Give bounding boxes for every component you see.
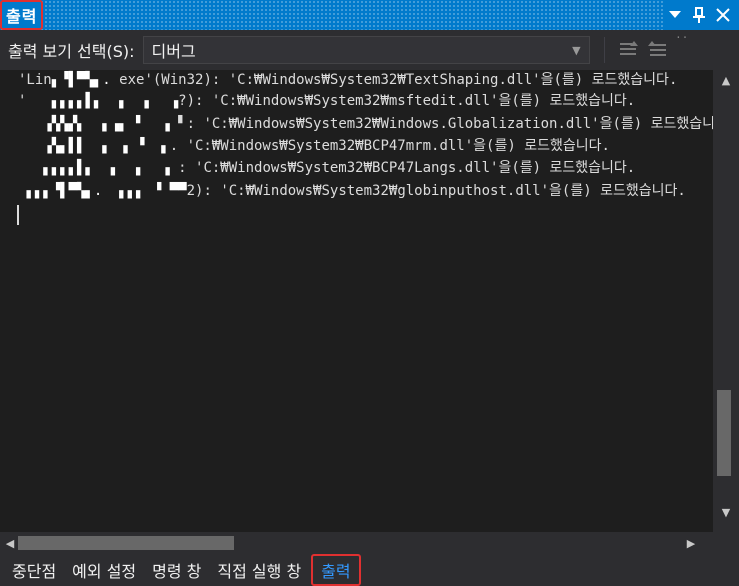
vertical-scrollbar[interactable]: ▲ ▼ [713, 70, 739, 532]
find-previous-message-button[interactable] [613, 36, 643, 64]
tab-exception-settings[interactable]: 예외 설정 [64, 554, 144, 586]
chevron-down-icon: ▼ [572, 43, 581, 57]
output-line: ▗▚▚▞▖ ▖▗▖ ▘ ▗ ▘: 'C:₩Windows₩System32₩Wi… [18, 116, 713, 132]
scroll-right-button[interactable]: ▶ [681, 532, 701, 554]
redacted-text: ▗▚▚▞▖ ▖▗▖ ▘ ▗ [18, 116, 179, 132]
window-menu-button[interactable] [663, 2, 687, 28]
tool-window-titlebar: 출력 [0, 0, 739, 30]
text-cursor [17, 205, 19, 225]
output-source-value: 디버그 [151, 42, 196, 61]
pin-button[interactable] [687, 2, 711, 28]
redacted-text: ▖▖▖▖▌▖ ▖ ▖ ▗ [26, 93, 179, 109]
tab-immediate-window[interactable]: 직접 실행 창 [209, 554, 309, 586]
horizontal-scroll-thumb[interactable] [18, 536, 234, 550]
triangle-right-icon: ▶ [686, 536, 696, 550]
pin-icon [693, 7, 705, 23]
scrollbar-corner [713, 532, 739, 554]
chevron-down-icon [669, 11, 681, 18]
output-toolbar: 출력 보기 선택(S): 디버그 ▼ ⠂⠂ [0, 30, 739, 70]
output-line: ▖▖▖▖▌▖ ▖ ▖ ▗ : 'C:₩Windows₩System32₩BCP4… [18, 160, 636, 176]
output-line: ' ▖▖▖▖▌▖ ▖ ▖ ▗?): 'C:₩Windows₩System32₩m… [18, 93, 636, 109]
show-output-from-label: 출력 보기 선택(S): [8, 42, 135, 61]
output-text-area[interactable]: 'Lin▖▝▌▀▚▖. exe'(Win32): 'C:₩Windows₩Sys… [0, 70, 713, 532]
scroll-left-button[interactable]: ◀ [0, 532, 20, 554]
output-source-select[interactable]: 디버그 ▼ [142, 36, 590, 64]
output-line: 'Lin▖▝▌▀▚▖. exe'(Win32): 'C:₩Windows₩Sys… [18, 72, 678, 88]
tool-window-tabs: 중단점 예외 설정 명령 창 직접 실행 창 출력 [0, 554, 739, 586]
redacted-text: ▖▖▖▝▌▀▚▖. ▖▖▖ ▝ ▀▀ [26, 183, 187, 199]
go-to-previous-message-icon [619, 41, 638, 55]
window-title: 출력 [6, 7, 38, 26]
tab-command-window[interactable]: 명령 창 [144, 554, 209, 586]
toolbar-overflow-icon[interactable]: ⠂⠂ [677, 34, 690, 44]
redacted-text: ▖▖▖▖▌▖ ▖ ▖ ▗ [18, 160, 170, 176]
vertical-scroll-thumb[interactable] [717, 390, 731, 476]
triangle-down-icon: ▼ [721, 505, 731, 519]
go-to-next-message-icon [647, 41, 666, 56]
scroll-up-button[interactable]: ▲ [713, 70, 739, 90]
output-line: ▗▚▖▌▌ ▖ ▗ ▝ ▖. 'C:₩Windows₩System32₩BCP4… [18, 138, 610, 154]
toolbar-separator [603, 37, 605, 63]
triangle-left-icon: ◀ [5, 536, 15, 550]
output-line: ▖▖▖▝▌▀▚▖. ▖▖▖ ▝ ▀▀2): 'C:₩Windows₩System… [26, 183, 686, 199]
horizontal-scrollbar[interactable]: ◀ ▶ [0, 532, 713, 554]
title-highlight: 출력 [0, 0, 44, 30]
close-icon [716, 8, 730, 22]
scroll-down-button[interactable]: ▼ [713, 502, 739, 522]
close-button[interactable] [711, 2, 735, 28]
tab-output[interactable]: 출력 [311, 554, 361, 586]
tab-breakpoints[interactable]: 중단점 [4, 554, 64, 586]
find-next-message-button[interactable] [643, 36, 673, 64]
redacted-text: ▖▝▌▀▚▖. [51, 72, 111, 88]
triangle-up-icon: ▲ [721, 73, 731, 87]
redacted-text: ▗▚▖▌▌ ▖ ▗ ▝ ▖ [18, 138, 170, 154]
